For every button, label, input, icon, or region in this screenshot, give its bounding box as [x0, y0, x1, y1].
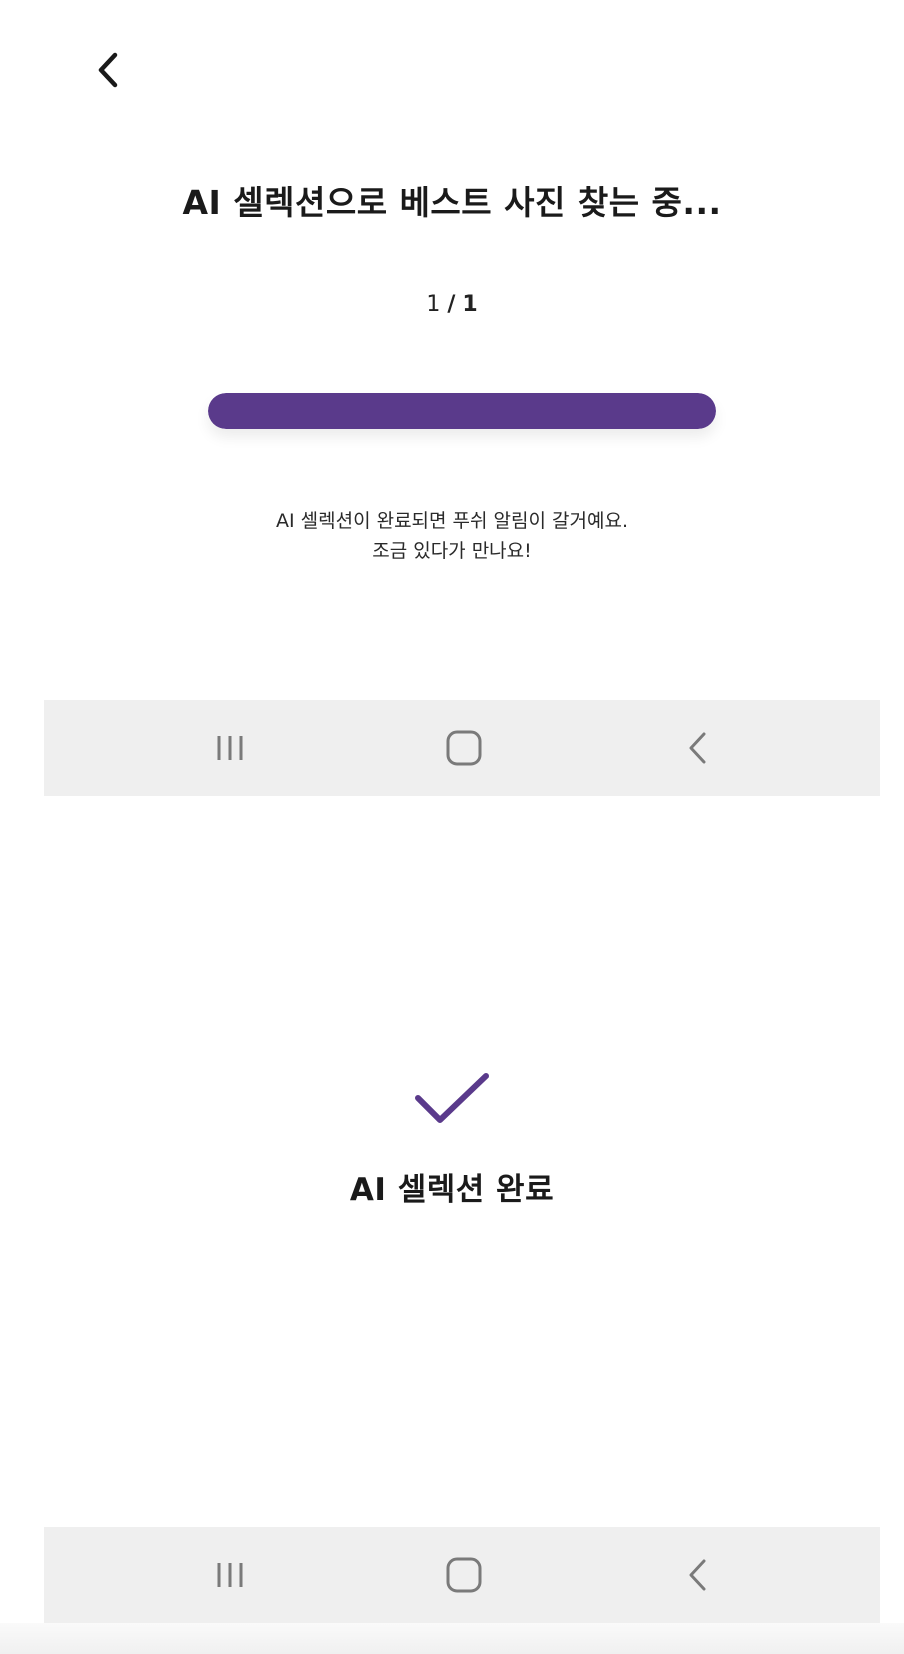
back-button[interactable]: [84, 46, 132, 94]
progress-bar-fill: [208, 393, 716, 429]
system-back-button[interactable]: [638, 700, 758, 796]
system-back-button[interactable]: [638, 1527, 758, 1623]
home-button[interactable]: [404, 1527, 524, 1623]
info-message: AI 셀렉션이 완료되면 푸쉬 알림이 갈거예요. 조금 있다가 만나요!: [0, 506, 904, 566]
app-page: AI 셀렉션으로 베스트 사진 찾는 중... 1 / 1 AI 셀렉션이 완료…: [0, 0, 904, 1654]
back-chevron-icon: [689, 732, 706, 764]
ai-selection-progress-screen: AI 셀렉션으로 베스트 사진 찾는 중... 1 / 1 AI 셀렉션이 완료…: [0, 0, 904, 700]
bottom-edge: [0, 1623, 904, 1654]
counter-separator: /: [447, 292, 456, 317]
recent-apps-icon: [217, 736, 243, 760]
chevron-left-icon: [98, 52, 118, 88]
recent-apps-button[interactable]: [170, 700, 290, 796]
back-chevron-icon: [689, 1559, 706, 1591]
recent-apps-button[interactable]: [170, 1527, 290, 1623]
page-title: AI 셀렉션으로 베스트 사진 찾는 중...: [182, 183, 722, 222]
home-button[interactable]: [404, 700, 524, 796]
home-icon: [446, 730, 482, 766]
progress-counter: 1 / 1: [0, 292, 904, 317]
checkmark-icon: [415, 1073, 489, 1123]
info-line-2: 조금 있다가 만나요!: [372, 540, 532, 562]
home-icon: [446, 1557, 482, 1593]
ai-selection-complete-screen: AI 셀렉션 완료: [0, 1070, 904, 1209]
progress-bar: [208, 393, 716, 429]
system-navigation-bar: [44, 700, 880, 796]
system-navigation-bar: [44, 1527, 880, 1623]
recent-apps-icon: [217, 1563, 243, 1587]
counter-current: 1: [426, 292, 441, 317]
info-line-1: AI 셀렉션이 완료되면 푸쉬 알림이 갈거예요.: [276, 510, 628, 532]
completion-title: AI 셀렉션 완료: [349, 1172, 555, 1208]
counter-total: 1: [462, 292, 478, 317]
